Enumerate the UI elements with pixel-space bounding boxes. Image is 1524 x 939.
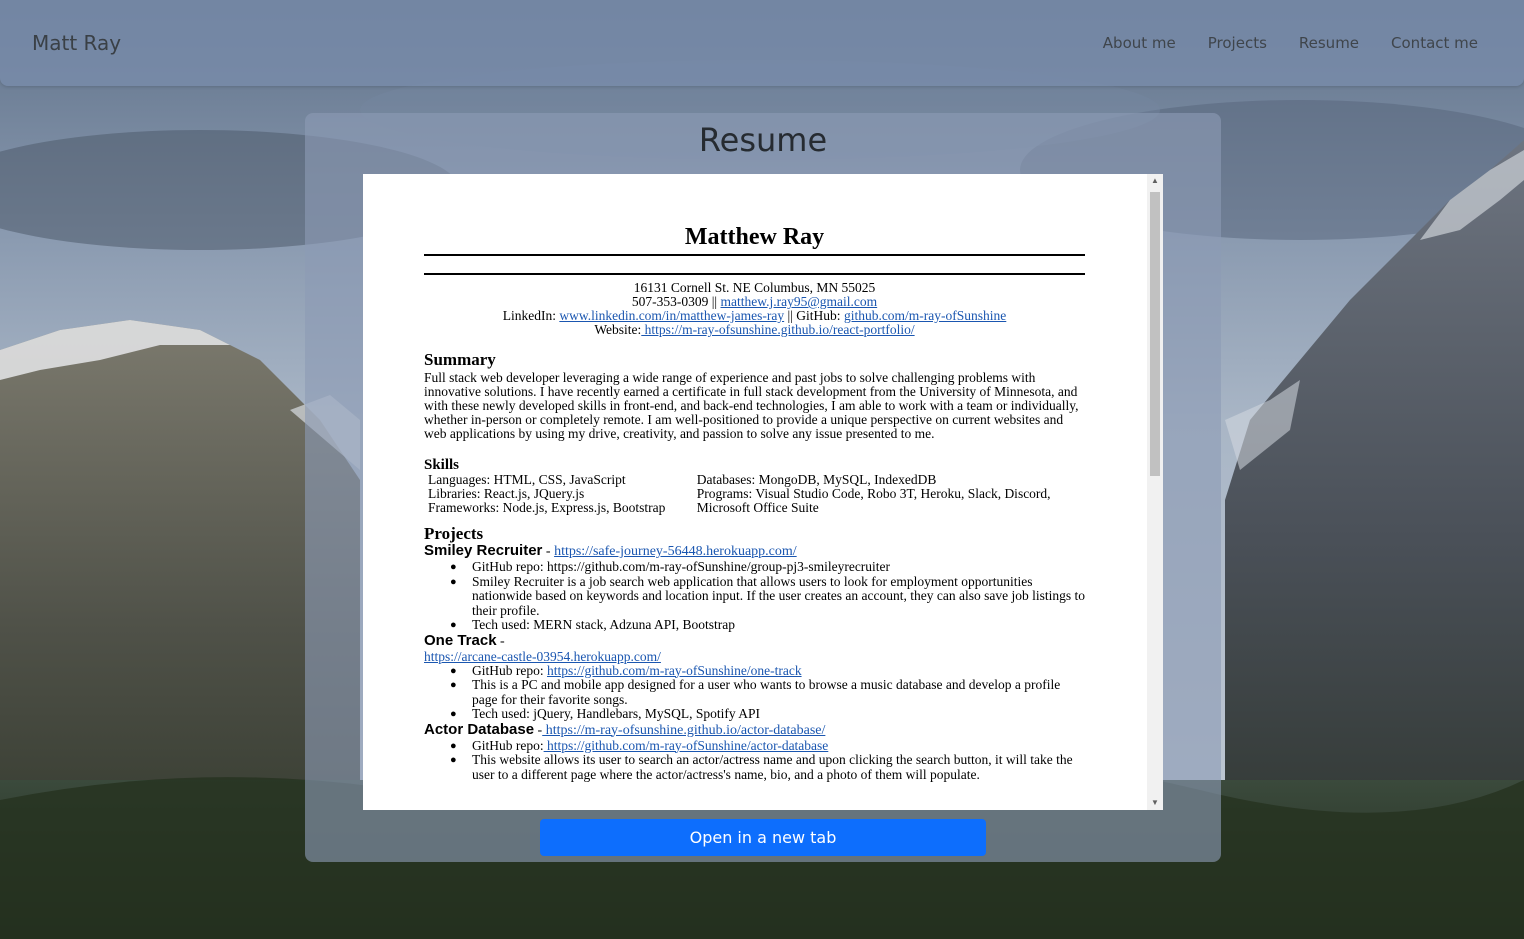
list-item: This website allows its user to search a… [450,752,1085,782]
address-text: 16131 Cornell St. NE Columbus, MN 55025 [633,280,876,295]
website-line: Website: https://m-ray-ofsunshine.github… [424,323,1085,337]
project-title: Actor Database [424,720,535,738]
nav-link-about-me[interactable]: About me [1103,34,1176,52]
github-link[interactable]: github.com/m-ray-ofSunshine [844,308,1006,323]
repo-link[interactable]: https://github.com/m-ray-ofSunshine/one-… [547,663,802,678]
scroll-up-arrow-icon[interactable]: ▲ [1147,174,1163,188]
skills-column-1: Languages: HTML, CSS, JavaScript Librari… [428,473,697,515]
skills-heading: Skills [424,457,460,473]
list-item: Smiley Recruiter is a job search web app… [450,574,1085,619]
skills-column-2: Databases: MongoDB, MySQL, IndexedDB Pro… [697,473,1085,515]
contact-info: 16131 Cornell St. NE Columbus, MN 55025 … [424,281,1085,337]
summary-text: Full stack web developer leveraging a wi… [424,370,1079,441]
email-link[interactable]: matthew.j.ray95@gmail.com [721,294,878,309]
scroll-down-arrow-icon[interactable]: ▼ [1147,796,1163,810]
projects-heading: Projects [424,524,484,543]
skill-item: Frameworks: Node.js, Express.js, Bootstr… [428,500,666,515]
project-bullets: GitHub repo: https://github.com/m-ray-of… [424,662,1085,722]
resume-card: Resume Matthew Ray 16131 Cornell St. NE … [305,113,1221,862]
page-title: Resume [698,121,828,159]
project-bullets: GitHub repo: https://github.com/m-ray-of… [424,737,1085,783]
project-separator: - [496,633,505,649]
skills-table: Languages: HTML, CSS, JavaScript Librari… [424,473,1085,515]
nav-link-contact-me[interactable]: Contact me [1391,34,1478,52]
skill-item: Languages: HTML, CSS, JavaScript [428,472,626,487]
nav-link-projects[interactable]: Projects [1208,34,1267,52]
linkedin-label: LinkedIn: [502,308,556,323]
list-item: This is a PC and mobile app designed for… [450,677,1085,707]
list-item: GitHub repo: https://github.com/m-ray-of… [450,662,1085,679]
brand-link[interactable]: Matt Ray [32,31,121,55]
project-url-link[interactable]: https://safe-journey-56448.herokuapp.com… [554,544,797,559]
phone-text: 507-353-0309 || [631,294,718,309]
project-title-line: Actor Database - https://m-ray-ofsunshin… [424,720,1085,739]
project-separator: - [534,722,543,738]
project-url-link[interactable]: https://arcane-castle-03954.herokuapp.co… [424,649,661,664]
project-title: Smiley Recruiter [424,542,543,559]
list-item: Tech used: jQuery, Handlebars, MySQL, Sp… [450,706,1085,722]
nav-links: About me Projects Resume Contact me [1103,34,1478,52]
website-link[interactable]: https://m-ray-ofsunshine.github.io/react… [641,322,915,337]
skill-item: Libraries: React.js, JQuery.js [428,486,585,501]
repo-label: GitHub repo: [472,737,544,753]
nav-link-resume[interactable]: Resume [1299,34,1359,52]
project-title-line: One Track - [424,631,1085,650]
linkedin-link[interactable]: www.linkedin.com/in/matthew-james-ray [559,308,784,323]
viewer-scrollbar[interactable]: ▲ ▼ [1147,174,1163,810]
project-bullets: GitHub repo: https://github.com/m-ray-of… [424,559,1085,633]
repo-label: GitHub repo: [472,662,547,678]
list-item: GitHub repo: https://github.com/m-ray-of… [450,559,1085,575]
project-title-line: Smiley Recruiter - https://safe-journey-… [424,543,1085,560]
list-item: Tech used: MERN stack, Adzuna API, Boots… [450,617,1085,633]
repo-link[interactable]: https://github.com/m-ray-ofSunshine/acto… [544,738,828,753]
summary-heading: Summary [424,350,496,369]
project-url-line: https://arcane-castle-03954.herokuapp.co… [424,649,1085,664]
list-item: GitHub repo: https://github.com/m-ray-of… [450,737,1085,754]
website-label: Website: [594,322,642,337]
divider [424,273,1085,275]
scrollbar-thumb[interactable] [1150,192,1160,476]
skill-item: Programs: Visual Studio Code, Robo 3T, H… [696,486,1051,515]
resume-document: Matthew Ray 16131 Cornell St. NE Columbu… [424,222,1085,782]
skill-item: Databases: MongoDB, MySQL, IndexedDB [696,472,937,487]
resume-name: Matthew Ray [424,222,1085,256]
links-line: LinkedIn: www.linkedin.com/in/matthew-ja… [424,309,1085,323]
resume-viewer[interactable]: Matthew Ray 16131 Cornell St. NE Columbu… [363,174,1163,810]
project-separator: - [542,544,555,559]
project-url-link[interactable]: https://m-ray-ofsunshine.github.io/actor… [542,723,826,738]
phone-email-line: 507-353-0309 || matthew.j.ray95@gmail.co… [424,295,1085,309]
github-label: || GitHub: [787,308,841,323]
project-title: One Track [424,631,497,649]
navbar: Matt Ray About me Projects Resume Contac… [0,0,1524,86]
open-in-new-tab-button[interactable]: Open in a new tab [540,819,986,856]
